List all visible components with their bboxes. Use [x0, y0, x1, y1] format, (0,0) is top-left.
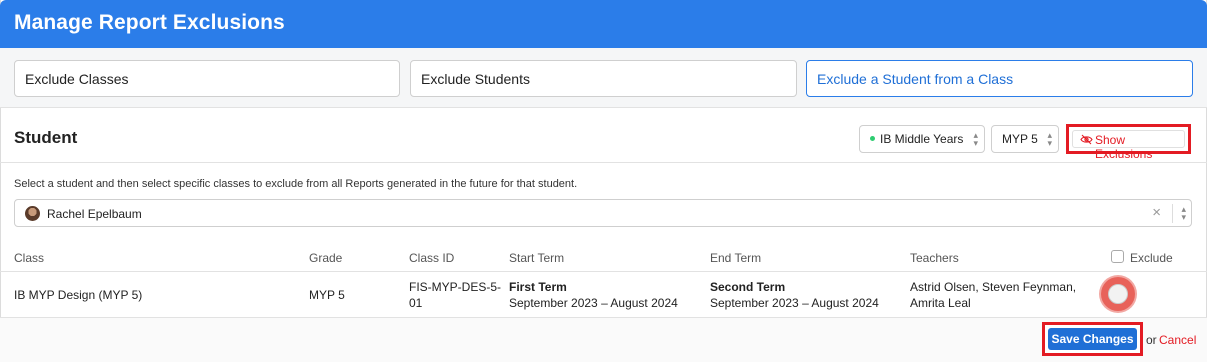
show-exclusions-button[interactable]: Show Exclusions: [1072, 130, 1185, 161]
section-title: Student: [14, 128, 78, 147]
cancel-link[interactable]: Cancel: [1159, 333, 1196, 347]
student-name: Rachel Epelbaum: [47, 207, 142, 221]
show-exclusions-label: Show Exclusions: [1095, 133, 1153, 161]
save-button[interactable]: Save Changes: [1048, 328, 1137, 350]
grade-select[interactable]: MYP 5 ▴ ▾: [991, 125, 1059, 153]
divider: [0, 271, 1207, 272]
cell-start-term: First Term September 2023 – August 2024: [509, 279, 678, 311]
chevron-updown-icon[interactable]: ▴ ▾: [1181, 205, 1186, 222]
modal-header: Manage Report Exclusions: [0, 0, 1207, 48]
start-term-range: September 2023 – August 2024: [509, 296, 678, 310]
chevron-updown-icon: ▴ ▾: [973, 130, 978, 148]
tab-exclude-student-from-class[interactable]: Exclude a Student from a Class: [806, 60, 1193, 97]
start-term-name: First Term: [509, 280, 567, 294]
cell-class-id-line1: FIS-MYP-DES-5-: [409, 280, 502, 294]
helper-text: Select a student and then select specifi…: [14, 178, 578, 190]
divider: [0, 162, 1207, 163]
column-header-end-term: End Term: [710, 251, 762, 265]
status-dot-icon: [870, 136, 875, 142]
cell-teachers: Astrid Olsen, Steven Feynman, Amrita Lea…: [910, 279, 1076, 311]
column-header-class-id: Class ID: [409, 251, 455, 265]
cell-class: IB MYP Design (MYP 5): [14, 288, 143, 302]
save-highlight: Save Changes: [1042, 322, 1143, 356]
teachers-line1: Astrid Olsen, Steven Feynman,: [910, 280, 1077, 294]
exclude-checkbox[interactable]: [1101, 277, 1135, 311]
column-header-start-term: Start Term: [509, 251, 565, 265]
end-term-name: Second Term: [710, 280, 786, 294]
exclude-checkbox-inner: [1108, 284, 1128, 304]
cell-grade: MYP 5: [309, 288, 345, 302]
divider: [1172, 204, 1173, 223]
footer: [0, 318, 1207, 362]
column-header-exclude: Exclude: [1130, 251, 1173, 265]
show-exclusions-highlight: Show Exclusions: [1066, 124, 1191, 161]
grade-select-value: MYP 5: [1002, 132, 1038, 146]
column-header-class: Class: [14, 251, 45, 265]
end-term-range: September 2023 – August 2024: [710, 296, 879, 310]
cell-class-id: FIS-MYP-DES-5- 01: [409, 279, 501, 311]
teachers-line2: Amrita Leal: [910, 296, 971, 310]
or-text: or: [1146, 333, 1157, 347]
column-header-teachers: Teachers: [910, 251, 959, 265]
cell-class-id-line2: 01: [409, 296, 423, 310]
column-header-grade: Grade: [309, 251, 343, 265]
cell-end-term: Second Term September 2023 – August 2024: [710, 279, 879, 311]
eye-slash-icon: [1080, 134, 1093, 145]
chevron-updown-icon: ▴ ▾: [1047, 130, 1052, 148]
avatar: [25, 206, 40, 221]
tab-exclude-students[interactable]: Exclude Students: [410, 60, 797, 97]
page-title: Manage Report Exclusions: [14, 11, 285, 34]
program-select-value: IB Middle Years: [880, 132, 964, 146]
exclude-all-checkbox[interactable]: [1111, 250, 1124, 263]
program-select[interactable]: IB Middle Years ▴ ▾: [859, 125, 985, 153]
tab-bar: Exclude Classes Exclude Students Exclude…: [0, 48, 1207, 108]
student-select[interactable]: Rachel Epelbaum × ▴ ▾: [14, 199, 1192, 227]
tab-exclude-classes[interactable]: Exclude Classes: [14, 60, 400, 97]
close-icon[interactable]: ×: [1152, 204, 1161, 221]
